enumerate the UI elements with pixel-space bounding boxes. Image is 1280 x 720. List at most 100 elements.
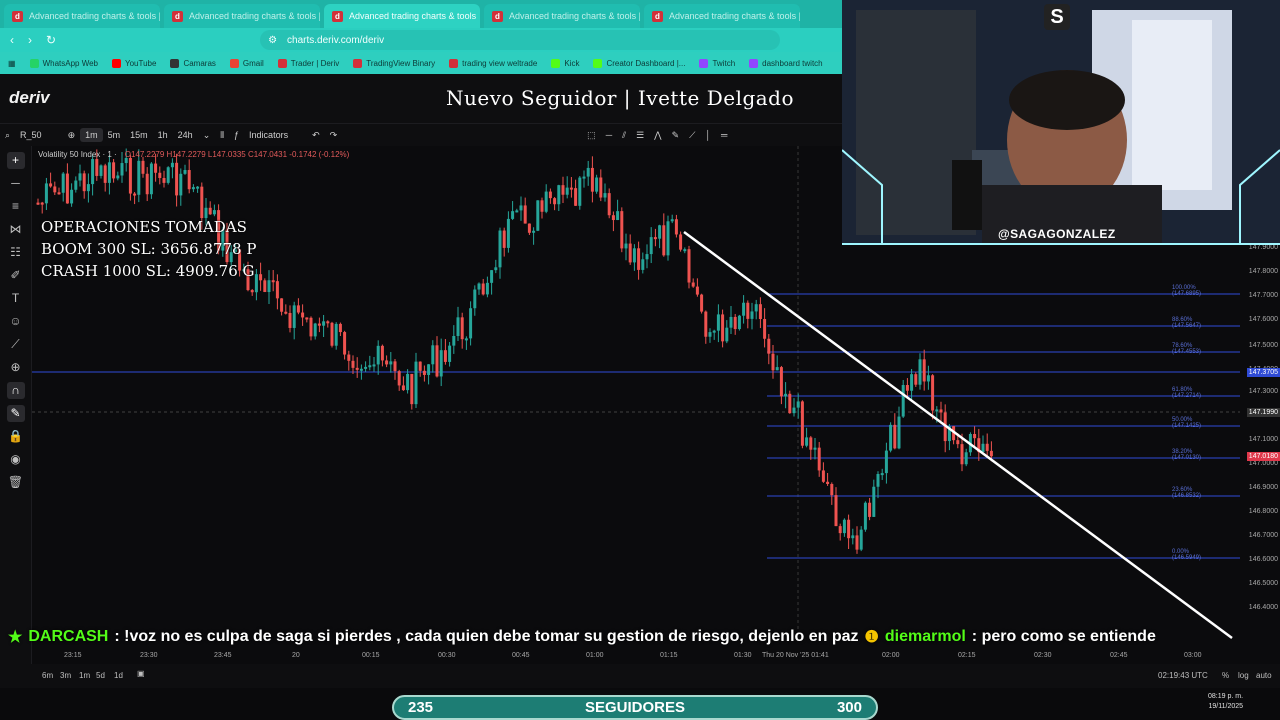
candle-body — [595, 177, 599, 192]
stream-alert-title: Nuevo Seguidor | Ivette Delgado — [446, 86, 795, 110]
pattern-tool-icon[interactable]: ⋀ — [649, 128, 666, 143]
indicators-icon[interactable]: ƒ — [229, 128, 244, 142]
vertical-line-icon[interactable]: │ — [700, 128, 716, 142]
ruler-icon[interactable]: ⟋ — [7, 336, 25, 353]
indicators-button[interactable]: Indicators — [244, 128, 293, 142]
candle-body — [855, 535, 859, 550]
trash-icon[interactable]: 🗑 — [7, 474, 25, 491]
apps-icon[interactable]: ▦ — [8, 59, 16, 68]
add-compare-icon[interactable]: ⊕ — [63, 128, 81, 143]
emoji-icon[interactable]: ☺ — [7, 313, 25, 330]
browser-tab[interactable]: dAdvanced trading charts & tools | D× — [484, 4, 640, 28]
select-tool-icon[interactable]: ⬚ — [582, 128, 601, 143]
back-icon[interactable]: ‹ — [10, 33, 14, 47]
candle-body — [145, 173, 149, 195]
candle-body — [607, 193, 611, 216]
bookmark[interactable]: trading view weltrade — [449, 58, 537, 68]
system-clock[interactable]: 08:19 p. m. 19/11/2025 — [1208, 692, 1243, 712]
undo-icon[interactable]: ↶ — [307, 128, 325, 143]
kick-icon — [551, 58, 561, 68]
utc-time[interactable]: 02:19:43 UTC — [1158, 671, 1208, 680]
zoom-in-icon[interactable]: ⊕ — [7, 359, 25, 376]
bookmark[interactable]: Gmail — [229, 58, 264, 68]
chevron-down-icon[interactable]: ⌄ — [198, 128, 216, 143]
ruler-tool-icon[interactable]: ⟋ — [684, 128, 700, 143]
horizontal-line-icon[interactable]: ═ — [716, 128, 732, 142]
fib-tool-icon[interactable]: ☰ — [631, 128, 649, 143]
candle-body — [645, 254, 649, 260]
candle-body — [61, 173, 65, 193]
channel-tool-icon[interactable]: ⫽ — [617, 128, 631, 143]
gann-icon[interactable]: ☷ — [7, 244, 25, 261]
reload-icon[interactable]: ↻ — [46, 33, 56, 47]
interval-5m[interactable]: 5m — [103, 128, 126, 142]
bookmark[interactable]: Trader | Deriv — [277, 58, 339, 68]
candle-body — [863, 502, 867, 530]
search-icon[interactable]: ⌕ — [0, 128, 15, 143]
bookmark[interactable]: Twitch — [699, 58, 735, 68]
eye-icon[interactable]: ◉ — [7, 451, 25, 468]
text-icon[interactable]: T — [7, 290, 25, 307]
brush-tool-icon[interactable]: ✎ — [667, 128, 685, 143]
log-toggle[interactable]: log — [1238, 671, 1249, 680]
line-tool-icon[interactable]: ─ — [601, 128, 617, 142]
bookmark[interactable]: Creator Dashboard |... — [593, 58, 685, 68]
percent-toggle[interactable]: % — [1222, 671, 1229, 680]
auto-toggle[interactable]: auto — [1256, 671, 1272, 680]
range-3m[interactable]: 3m — [60, 671, 71, 680]
pattern-icon[interactable]: ⋈ — [7, 221, 25, 238]
trend-line-icon[interactable]: ─ — [7, 175, 25, 192]
range-5d[interactable]: 5d — [96, 671, 105, 680]
bookmark[interactable]: YouTube — [112, 58, 156, 68]
bookmark[interactable]: Camaras — [170, 58, 216, 68]
candle-body — [439, 350, 443, 377]
candle-body — [653, 237, 657, 240]
follower-count: 235 — [408, 699, 434, 716]
time-axis[interactable]: 23:15 23:30 23:45 20 00:15 00:30 00:45 01:00 01:… — [32, 650, 1280, 664]
price-tick-label: 147.7000 — [1248, 292, 1278, 299]
candle-body — [973, 434, 977, 439]
lock-icon[interactable]: 🔒 — [7, 428, 25, 445]
candle-body — [519, 205, 523, 211]
fib-retracement-icon[interactable]: ≡ — [7, 198, 25, 215]
range-6m[interactable]: 6m — [42, 671, 53, 680]
candle-body — [805, 437, 809, 446]
candle-body — [767, 338, 771, 354]
crosshair-icon[interactable]: + — [6, 152, 25, 169]
candle-body — [364, 366, 368, 369]
bookmark[interactable]: TradingView Binary — [353, 58, 435, 68]
interval-1h[interactable]: 1h — [153, 128, 173, 142]
trend-line — [683, 230, 1233, 640]
forward-icon[interactable]: › — [28, 33, 32, 47]
url-text: charts.deriv.com/deriv — [287, 34, 385, 46]
bookmark[interactable]: WhatsApp Web — [29, 58, 98, 68]
calendar-icon[interactable]: ▣ — [137, 669, 145, 678]
interval-15m[interactable]: 15m — [125, 128, 153, 142]
interval-1m[interactable]: 1m — [80, 128, 103, 142]
range-1m[interactable]: 1m — [79, 671, 90, 680]
browser-tab[interactable]: dAdvanced trading charts & tools | D× — [644, 4, 800, 28]
deriv-icon — [449, 58, 459, 68]
url-field[interactable]: ⚙ charts.deriv.com/deriv — [260, 30, 781, 50]
browser-tab[interactable]: dAdvanced trading charts & tools | D× — [4, 4, 160, 28]
browser-tab-active[interactable]: dAdvanced trading charts & tools× — [324, 4, 480, 28]
bookmark[interactable]: dashboard twitch — [749, 58, 823, 68]
browser-tab[interactable]: dAdvanced trading charts & tools | D× — [164, 4, 320, 28]
bookmark[interactable]: Kick — [551, 58, 579, 68]
candle-type-icon[interactable]: ⫴ — [215, 128, 229, 143]
site-info-icon[interactable]: ⚙ — [268, 35, 277, 46]
candle-body — [800, 401, 804, 446]
brush-icon[interactable]: ✐ — [7, 267, 25, 284]
range-1d[interactable]: 1d — [114, 671, 123, 680]
candle-body — [40, 202, 44, 205]
candle-body — [280, 298, 284, 312]
redo-icon[interactable]: ↷ — [325, 128, 343, 143]
candle-body — [616, 211, 620, 221]
stay-in-drawing-icon[interactable]: ✎ — [6, 405, 25, 422]
magnet-icon[interactable]: ∩ — [6, 382, 25, 399]
price-tick-label: 146.4000 — [1248, 604, 1278, 611]
symbol-search[interactable]: R_50 — [15, 128, 47, 142]
candle-body — [288, 313, 292, 328]
interval-24h[interactable]: 24h — [173, 128, 198, 142]
deriv-logo[interactable]: deriv — [9, 88, 50, 108]
